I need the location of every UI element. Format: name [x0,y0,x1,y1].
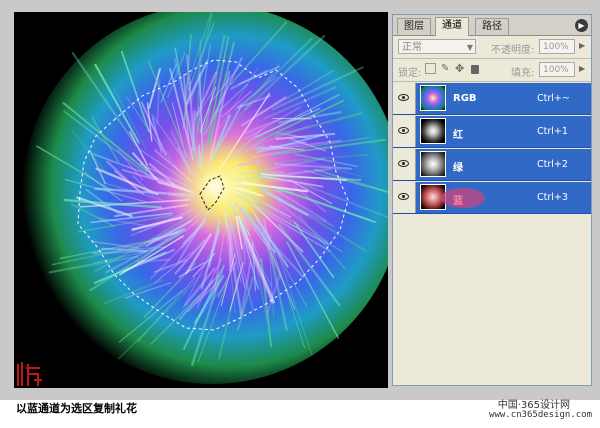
lock-transparency-icon[interactable] [425,63,436,74]
channel-row-rgb[interactable]: RGB Ctrl+~ [393,83,591,115]
tab-channels[interactable]: 通道 [435,17,469,36]
eye-icon [398,94,409,101]
chevron-down-icon: ▼ [466,43,473,52]
document-canvas[interactable] [14,12,388,388]
channels-panel: 图层 通道 路径 ▶ 正常 ▼ 不透明度: 100% ▶ 锁定: ✎ ✥ 填充:… [392,14,592,386]
channel-shortcut: Ctrl+2 [537,159,568,170]
lock-all-icon[interactable] [471,65,479,74]
channel-row-red[interactable]: 红 Ctrl+1 [393,116,591,148]
firework-image [14,12,388,388]
blend-row: 正常 ▼ 不透明度: 100% ▶ [393,36,591,59]
channel-thumbnail-green [420,151,446,177]
channel-row-blue[interactable]: 蓝 Ctrl+3 [393,182,591,214]
visibility-toggle[interactable] [393,116,416,147]
artist-seal-icon [17,362,42,386]
channels-list-empty-area [393,214,591,385]
visibility-toggle[interactable] [393,83,416,114]
tab-paths[interactable]: 路径 [475,18,509,35]
tutorial-caption: 以蓝通道为选区复制礼花 [16,402,137,415]
channel-row-green[interactable]: 绿 Ctrl+2 [393,149,591,181]
visibility-toggle[interactable] [393,182,416,213]
blend-mode-select[interactable]: 正常 ▼ [398,39,476,54]
panel-menu-arrow-icon[interactable]: ▶ [575,19,588,32]
visibility-toggle[interactable] [393,149,416,180]
lock-row: 锁定: ✎ ✥ 填充: 100% ▶ [393,59,591,82]
highlight-mark [441,188,485,208]
lock-label: 锁定: [398,68,422,79]
channel-thumbnail-rgb [420,85,446,111]
opacity-label: 不透明度: [491,45,535,56]
watermark-url: www.cn365design.com [489,410,592,420]
lock-pixels-brush-icon[interactable]: ✎ [441,63,452,74]
channel-name: 蓝 [453,196,463,207]
channel-shortcut: Ctrl+3 [537,192,568,203]
channel-name: 绿 [453,163,463,174]
fill-arrow-icon[interactable]: ▶ [579,64,585,73]
channel-shortcut: Ctrl+1 [537,126,568,137]
eye-icon [398,127,409,134]
lock-position-move-icon[interactable]: ✥ [455,63,466,74]
panel-tab-bar: 图层 通道 路径 ▶ [393,15,591,36]
channel-name: RGB [453,93,477,104]
eye-icon [398,193,409,200]
channel-thumbnail-red [420,118,446,144]
blend-mode-value: 正常 [402,42,422,53]
channel-shortcut: Ctrl+~ [537,93,570,104]
channel-name: 红 [453,130,463,141]
fill-label: 填充: [511,68,535,79]
fill-input[interactable]: 100% [539,62,575,77]
watermark-site-name: 中国·365设计网 [497,400,570,411]
opacity-input[interactable]: 100% [539,39,575,54]
eye-icon [398,160,409,167]
opacity-arrow-icon[interactable]: ▶ [579,41,585,50]
tab-layers[interactable]: 图层 [397,18,431,35]
